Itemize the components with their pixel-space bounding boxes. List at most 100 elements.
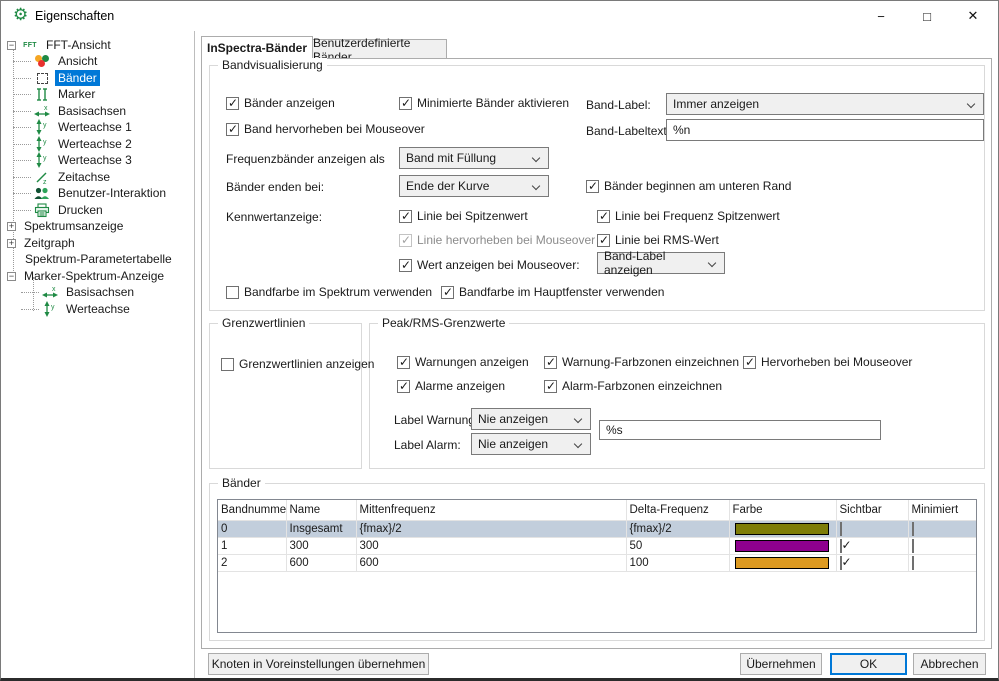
checkbox-icon — [441, 286, 454, 299]
tree-item-spektrumsanzeige[interactable]: + Spektrumsanzeige — [7, 218, 126, 234]
checkbox-bandfarbe-hauptfenster[interactable]: Bandfarbe im Hauptfenster verwenden — [441, 284, 664, 300]
cell-sichtbar — [836, 520, 908, 537]
dropdown-value: Ende der Kurve — [406, 179, 489, 193]
checkbox-linie-rms[interactable]: Linie bei RMS-Wert — [597, 232, 719, 248]
checkbox-band-hervorheben[interactable]: Band hervorheben bei Mouseover — [226, 121, 425, 137]
wert-anzeigen-dropdown[interactable]: Band-Label anzeigen — [597, 252, 725, 274]
band-labeltext-input[interactable] — [666, 119, 984, 141]
column-header[interactable]: Minimiert — [908, 500, 977, 520]
checkbox-icon — [544, 356, 557, 369]
label-warnung-dropdown[interactable]: Nie anzeigen — [471, 408, 591, 430]
tree-item-werteachse-1[interactable]: y Werteachse 1 — [33, 119, 135, 135]
tree-item-spektrum-parametertabelle[interactable]: Spektrum-Parametertabelle — [22, 251, 175, 267]
minimiert-checkbox[interactable] — [912, 539, 914, 553]
tree-item-drucken[interactable]: Drucken — [33, 202, 106, 218]
band-label-dropdown[interactable]: Immer anzeigen — [666, 93, 984, 115]
table-row[interactable]: 2 600 600 100 — [218, 554, 977, 571]
dropdown-value: Band mit Füllung — [406, 151, 496, 165]
checkbox-alarme-anzeigen[interactable]: Alarme anzeigen — [397, 378, 505, 394]
checkbox-linie-frequenz-spitzenwert[interactable]: Linie bei Frequenz Spitzenwert — [597, 208, 780, 224]
cell-mittenfrequenz: 300 — [356, 537, 626, 554]
ok-button[interactable]: OK — [830, 653, 907, 675]
sichtbar-checkbox[interactable] — [840, 556, 842, 570]
apply-button[interactable]: Übernehmen — [740, 653, 822, 675]
tree-item-marker[interactable]: Marker — [33, 86, 98, 102]
column-header[interactable]: Name — [286, 500, 356, 520]
checkbox-baender-beginnen[interactable]: Bänder beginnen am unteren Rand — [586, 178, 791, 194]
maximize-button[interactable]: □ — [904, 1, 950, 31]
expand-icon[interactable]: + — [7, 222, 16, 231]
marker-icon — [33, 86, 51, 102]
frequenzbaender-als-dropdown[interactable]: Band mit Füllung — [399, 147, 549, 169]
apply-node-presets-button[interactable]: Knoten in Voreinstellungen übernehmen — [208, 653, 429, 675]
color-swatch[interactable] — [735, 523, 829, 535]
checkbox-baender-anzeigen[interactable]: Bänder anzeigen — [226, 95, 335, 111]
sichtbar-checkbox[interactable] — [840, 539, 842, 553]
checkbox-label: Linie hervorheben bei Mouseover — [417, 233, 595, 247]
label-alarm-dropdown[interactable]: Nie anzeigen — [471, 433, 591, 455]
minimiert-checkbox[interactable] — [912, 522, 914, 536]
checkbox-icon — [221, 358, 234, 371]
checkbox-minimierte-baender[interactable]: Minimierte Bänder aktivieren — [399, 95, 569, 111]
column-header[interactable]: Delta-Frequenz — [626, 500, 729, 520]
tree-item-label: Drucken — [55, 202, 106, 218]
close-button[interactable]: ✕ — [950, 1, 996, 31]
cell-name: 300 — [286, 537, 356, 554]
tree-item-label: FFT-Ansicht — [43, 37, 114, 53]
chevron-down-icon — [532, 182, 540, 190]
checkbox-warnung-farbzonen[interactable]: Warnung-Farbzonen einzeichnen — [544, 354, 739, 370]
checkbox-alarm-farbzonen[interactable]: Alarm-Farbzonen einzeichnen — [544, 378, 722, 394]
collapse-icon[interactable]: − — [7, 41, 16, 50]
tree-item-marker-spektrum-anzeige[interactable]: − Marker-Spektrum-Anzeige — [7, 268, 167, 284]
checkbox-warnungen-anzeigen[interactable]: Warnungen anzeigen — [397, 354, 529, 370]
cell-bandnummer: 1 — [218, 537, 286, 554]
sichtbar-checkbox[interactable] — [840, 522, 842, 536]
tree-item-ansicht[interactable]: Ansicht — [33, 53, 100, 69]
checkbox-hervorheben-mouseover[interactable]: Hervorheben bei Mouseover — [743, 354, 912, 370]
tree-item-zeitgraph[interactable]: + Zeitgraph — [7, 235, 78, 251]
column-header[interactable]: Mittenfrequenz — [356, 500, 626, 520]
tree-item-basisachsen-marker[interactable]: x Basisachsen — [41, 284, 137, 300]
band-labeltext-label: Band-Labeltext: — [586, 124, 670, 138]
frequenzbaender-als-label: Frequenzbänder anzeigen als — [226, 152, 385, 166]
minimize-button[interactable]: − — [858, 1, 904, 31]
tree-item-werteachse-3[interactable]: y Werteachse 3 — [33, 152, 135, 168]
column-header[interactable]: Sichtbar — [836, 500, 908, 520]
tree-item-benutzer-interaktion[interactable]: Benutzer-Interaktion — [33, 185, 169, 201]
tree-item-zeitachse[interactable]: z Zeitachse — [33, 169, 113, 185]
tab-inspectra-baender[interactable]: InSpectra-Bänder — [201, 36, 313, 59]
color-swatch[interactable] — [735, 557, 829, 569]
column-header[interactable]: Bandnummer — [218, 500, 286, 520]
tab-benutzerdefinierte-baender[interactable]: Benutzerdefinierte Bänder — [312, 39, 447, 59]
color-swatch[interactable] — [735, 540, 829, 552]
cell-farbe — [729, 520, 836, 537]
tree-item-fft-ansicht[interactable]: − FFT FFT-Ansicht — [7, 37, 114, 53]
table-row[interactable]: 0 Insgesamt {fmax}/2 {fmax}/2 — [218, 520, 977, 537]
tree-item-basisachsen[interactable]: x Basisachsen — [33, 103, 129, 119]
expand-icon[interactable]: + — [7, 239, 16, 248]
tree-item-label: Spektrumsanzeige — [21, 218, 126, 234]
minimiert-checkbox[interactable] — [912, 556, 914, 570]
band-selection-icon — [33, 70, 51, 86]
label-text-input[interactable] — [599, 420, 881, 440]
checkbox-grenzwertlinien-anzeigen[interactable]: Grenzwertlinien anzeigen — [221, 356, 374, 372]
checkbox-label: Grenzwertlinien anzeigen — [239, 357, 374, 371]
svg-text:y: y — [43, 139, 47, 146]
group-title: Grenzwertlinien — [218, 316, 309, 330]
tree-item-werteachse-2[interactable]: y Werteachse 2 — [33, 136, 135, 152]
tree-item-baender[interactable]: Bänder — [33, 70, 100, 86]
table-row[interactable]: 1 300 300 50 — [218, 537, 977, 554]
checkbox-bandfarbe-spektrum[interactable]: Bandfarbe im Spektrum verwenden — [226, 284, 432, 300]
checkbox-wert-anzeigen-mouseover[interactable]: Wert anzeigen bei Mouseover: — [399, 257, 580, 273]
svg-text:z: z — [43, 179, 47, 185]
tree-item-werteachse-marker[interactable]: y Werteachse — [41, 301, 133, 317]
cancel-button[interactable]: Abbrechen — [913, 653, 986, 675]
cell-sichtbar — [836, 554, 908, 571]
y-axis-icon: y — [33, 136, 51, 152]
tree-item-label: Werteachse 1 — [55, 119, 135, 135]
baender-enden-dropdown[interactable]: Ende der Kurve — [399, 175, 549, 197]
checkbox-linie-spitzenwert[interactable]: Linie bei Spitzenwert — [399, 208, 528, 224]
cell-delta-frequenz: 50 — [626, 537, 729, 554]
column-header[interactable]: Farbe — [729, 500, 836, 520]
collapse-icon[interactable]: − — [7, 272, 16, 281]
